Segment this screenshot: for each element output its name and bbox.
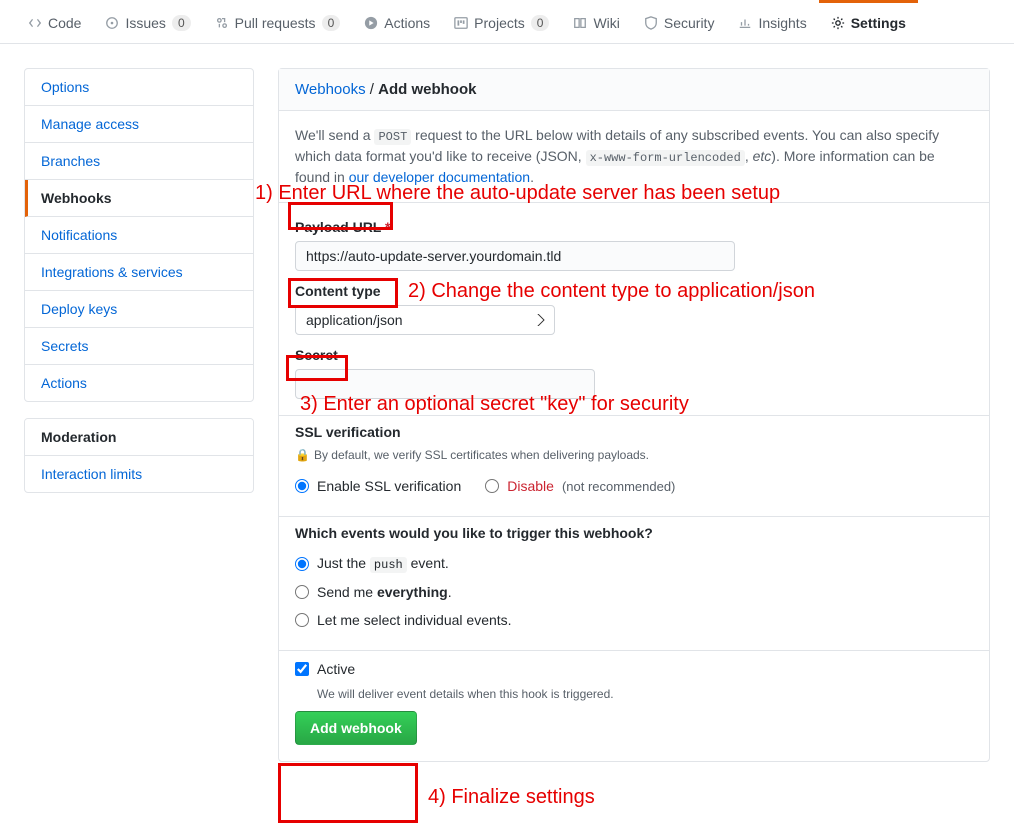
ssl-enable-input[interactable] [295,479,309,493]
breadcrumb-sep: / [366,81,379,98]
secret-label: Secret [295,347,973,363]
sidebar-item-notifications[interactable]: Notifications [25,217,253,254]
tab-pullrequests[interactable]: Pull requests 0 [203,0,353,43]
content-type-select[interactable]: application/json [295,305,555,335]
tab-projects[interactable]: Projects 0 [442,0,561,43]
tab-count: 0 [531,15,550,31]
active-section: Active We will deliver event details whe… [279,651,989,761]
breadcrumb: Webhooks / Add webhook [279,69,989,111]
project-icon [454,16,468,30]
lock-icon: 🔒 [295,448,310,462]
sidebar-item-webhooks[interactable]: Webhooks [25,180,253,217]
ssl-disable-input[interactable] [485,479,499,493]
play-icon [364,16,378,30]
ssl-section: SSL verification 🔒By default, we verify … [279,416,989,517]
event-select-radio[interactable]: Let me select individual events. [295,606,973,634]
tab-label: Pull requests [235,15,316,31]
active-hint: We will deliver event details when this … [317,687,973,701]
container: Options Manage access Branches Webhooks … [0,44,1014,786]
ssl-enable-radio[interactable]: Enable SSL verification [295,472,461,500]
issue-icon [105,16,119,30]
breadcrumb-current: Add webhook [378,81,476,98]
sidebar-item-options[interactable]: Options [25,69,253,106]
sidebar-item-branches[interactable]: Branches [25,143,253,180]
sidebar-item-integrations[interactable]: Integrations & services [25,254,253,291]
active-checkbox[interactable] [295,662,309,676]
ssl-title: SSL verification [295,424,973,440]
sidebar-item-secrets[interactable]: Secrets [25,328,253,365]
tab-label: Actions [384,15,430,31]
shield-icon [644,16,658,30]
tab-actions[interactable]: Actions [352,0,442,43]
payload-url-label: Payload URL * [295,219,973,235]
events-title: Which events would you like to trigger t… [295,525,973,541]
redbox-4 [278,763,418,823]
book-icon [573,16,587,30]
event-push-radio[interactable]: Just the push event. [295,549,973,578]
tab-wiki[interactable]: Wiki [561,0,631,43]
gear-icon [831,16,845,30]
event-select-input[interactable] [295,613,309,627]
form-main: Payload URL * Content type application/j… [279,203,989,416]
sidebar-item-interaction-limits[interactable]: Interaction limits [25,456,253,492]
event-everything-radio[interactable]: Send me everything. [295,578,973,606]
main: Webhooks / Add webhook We'll send a POST… [278,68,990,762]
tab-insights[interactable]: Insights [726,0,818,43]
tab-label: Insights [758,15,806,31]
tab-label: Projects [474,15,525,31]
tab-label: Security [664,15,715,31]
tab-count: 0 [322,15,341,31]
code-icon [28,16,42,30]
docs-link[interactable]: our developer documentation [349,169,530,185]
repo-nav: Code Issues 0 Pull requests 0 Actions Pr… [0,0,1014,44]
event-everything-input[interactable] [295,585,309,599]
breadcrumb-root[interactable]: Webhooks [295,81,366,98]
active-checkbox-row[interactable]: Active [295,655,973,683]
tab-label: Code [48,15,81,31]
code-post: POST [374,129,411,145]
sidebar-item-deploy-keys[interactable]: Deploy keys [25,291,253,328]
annotation-4: 4) Finalize settings [428,786,595,809]
add-webhook-button[interactable]: Add webhook [295,711,417,745]
payload-url-input[interactable] [295,241,735,271]
intro-text: We'll send a POST request to the URL bel… [279,111,989,203]
tab-code[interactable]: Code [16,0,93,43]
code-urlencoded: x-www-form-urlencoded [586,150,745,166]
settings-menu: Options Manage access Branches Webhooks … [24,68,254,402]
webhook-panel: Webhooks / Add webhook We'll send a POST… [278,68,990,762]
events-section: Which events would you like to trigger t… [279,517,989,651]
sidebar-item-actions[interactable]: Actions [25,365,253,401]
sidebar: Options Manage access Branches Webhooks … [24,68,254,762]
secret-input[interactable] [295,369,595,399]
moderation-title: Moderation [25,419,253,456]
graph-icon [738,16,752,30]
tab-settings[interactable]: Settings [819,0,918,43]
tab-issues[interactable]: Issues 0 [93,0,202,43]
tab-label: Settings [851,15,906,31]
content-type-label: Content type [295,283,973,299]
ssl-disable-radio[interactable]: Disable (not recommended) [485,472,675,500]
event-push-input[interactable] [295,557,309,571]
pr-icon [215,16,229,30]
tab-security[interactable]: Security [632,0,727,43]
sidebar-item-manage-access[interactable]: Manage access [25,106,253,143]
tab-label: Issues [125,15,165,31]
tab-label: Wiki [593,15,619,31]
tab-count: 0 [172,15,191,31]
moderation-menu: Moderation Interaction limits [24,418,254,493]
ssl-hint: 🔒By default, we verify SSL certificates … [295,448,973,462]
